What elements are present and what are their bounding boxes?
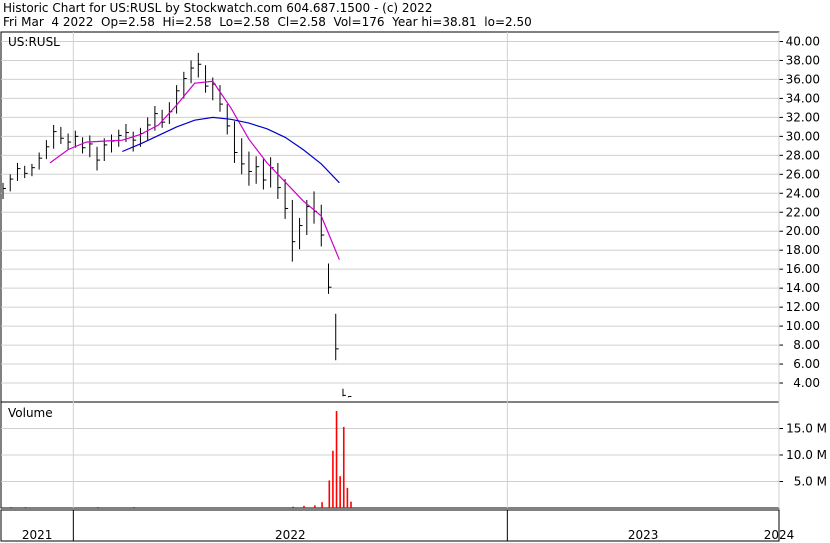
year-label: 2024 [764,528,795,542]
volume-bar [314,505,316,508]
year-label: 2023 [628,528,659,542]
volume-bar [335,411,338,508]
price-panel [0,31,780,403]
price-tick-label: 4.00 [793,376,820,390]
price-tick-label: 16.00 [786,262,820,276]
volume-bar [346,487,349,508]
volume-bar [350,501,352,508]
volume-tick-label: 15.0 M [786,422,827,436]
price-tick-label: 8.00 [793,338,820,352]
price-tick-label: 10.00 [786,319,820,333]
year-label: 2021 [22,528,53,542]
price-tick-label: 18.00 [786,243,820,257]
price-tick-label: 38.00 [786,53,820,67]
volume-bar [292,506,294,508]
volume-tick-label: 10.0 M [786,448,827,462]
price-tick-label: 12.00 [786,300,820,314]
volume-bar [342,426,345,508]
volume-bar [97,507,99,508]
price-tick-label: 40.00 [786,34,820,48]
volume-bar [328,480,331,508]
date-axis-panel [0,509,780,542]
price-tick-label: 20.00 [786,224,820,238]
price-tick-label: 22.00 [786,205,820,219]
stock-chart: 4.00 6.00 8.00 10.00 12.00 14.00 16.00 18.00 20.… [0,31,827,542]
volume-bar [339,476,341,508]
volume-bar [133,507,135,508]
volume-bar [303,505,305,508]
price-tick-label: 24.00 [786,186,820,200]
volume-bar [24,507,27,508]
price-tick-label: 34.00 [786,91,820,105]
price-tick-label: 30.00 [786,129,820,143]
volume-bar [332,450,334,508]
price-tick-label: 26.00 [786,167,820,181]
price-tick-label: 36.00 [786,72,820,86]
year-label: 2022 [275,528,306,542]
price-panel-title: US:RUSL [8,35,60,49]
volume-bar [321,502,323,508]
price-tick-label: 28.00 [786,148,820,162]
volume-bar [10,507,12,508]
price-tick-label: 32.00 [786,110,820,124]
volume-tick-label: 5.0 M [794,475,827,489]
volume-panel-title: Volume [8,406,53,420]
price-tick-label: 14.00 [786,281,820,295]
price-tick-label: 6.00 [793,357,820,371]
